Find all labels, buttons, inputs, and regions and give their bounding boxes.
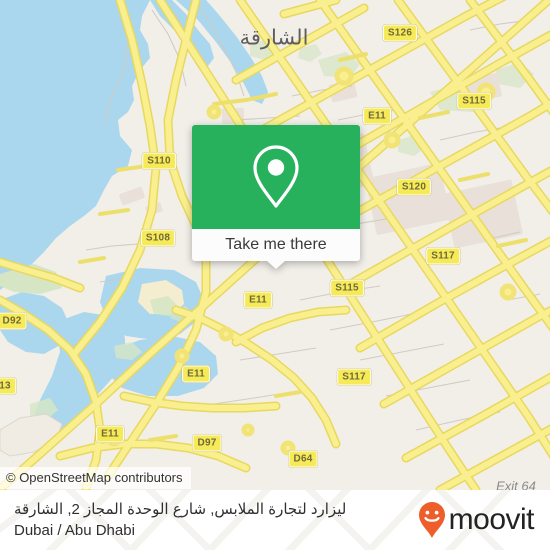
moovit-map-screen: S126 S115 E11 S110 S120 S108 S115 E11 S117 D92 13 E… bbox=[0, 0, 550, 550]
road-shield: E11 bbox=[363, 107, 391, 125]
take-me-there-button[interactable]: Take me there bbox=[192, 229, 360, 269]
location-popup-card[interactable]: Take me there bbox=[192, 125, 360, 269]
osm-attribution[interactable]: © OpenStreetMap contributors bbox=[0, 467, 191, 489]
moovit-brand[interactable]: moovit bbox=[417, 501, 550, 539]
road-shield: S120 bbox=[396, 178, 432, 196]
bottom-info-bar: ليزارد لتجارة الملابس, شارع الوحدة المجا… bbox=[0, 490, 550, 550]
road-shield: 13 bbox=[0, 377, 16, 395]
exit-label: Exit 64 bbox=[496, 478, 536, 491]
take-me-there-label: Take me there bbox=[225, 236, 327, 253]
road-shield: E11 bbox=[182, 365, 210, 383]
location-pin-icon bbox=[253, 145, 299, 208]
address-line-1: ليزارد لتجارة الملابس, شارع الوحدة المجا… bbox=[14, 501, 347, 518]
city-label-sharjah: الشارقة bbox=[239, 26, 309, 50]
card-header bbox=[192, 125, 360, 229]
moovit-pin-smiley-icon bbox=[418, 502, 445, 538]
road-shield: D97 bbox=[192, 434, 222, 452]
address-line-2: Dubai / Abu Dhabi bbox=[14, 522, 135, 539]
road-shield: E11 bbox=[96, 425, 124, 443]
road-shield: S126 bbox=[382, 24, 418, 42]
road-shield: D92 bbox=[0, 312, 27, 330]
moovit-wordmark: moovit bbox=[448, 503, 535, 536]
road-shield: S110 bbox=[142, 152, 176, 170]
road-shield: D64 bbox=[288, 450, 318, 468]
road-shield: S117 bbox=[337, 368, 371, 386]
card-pointer-tail bbox=[267, 261, 285, 269]
road-shield: S108 bbox=[140, 229, 176, 247]
road-shield: S115 bbox=[457, 92, 491, 110]
address-block: ليزارد لتجارة الملابس, شارع الوحدة المجا… bbox=[0, 499, 417, 541]
road-shield: S115 bbox=[330, 279, 364, 297]
road-shield: S117 bbox=[426, 247, 460, 265]
road-shield: E11 bbox=[244, 291, 272, 309]
